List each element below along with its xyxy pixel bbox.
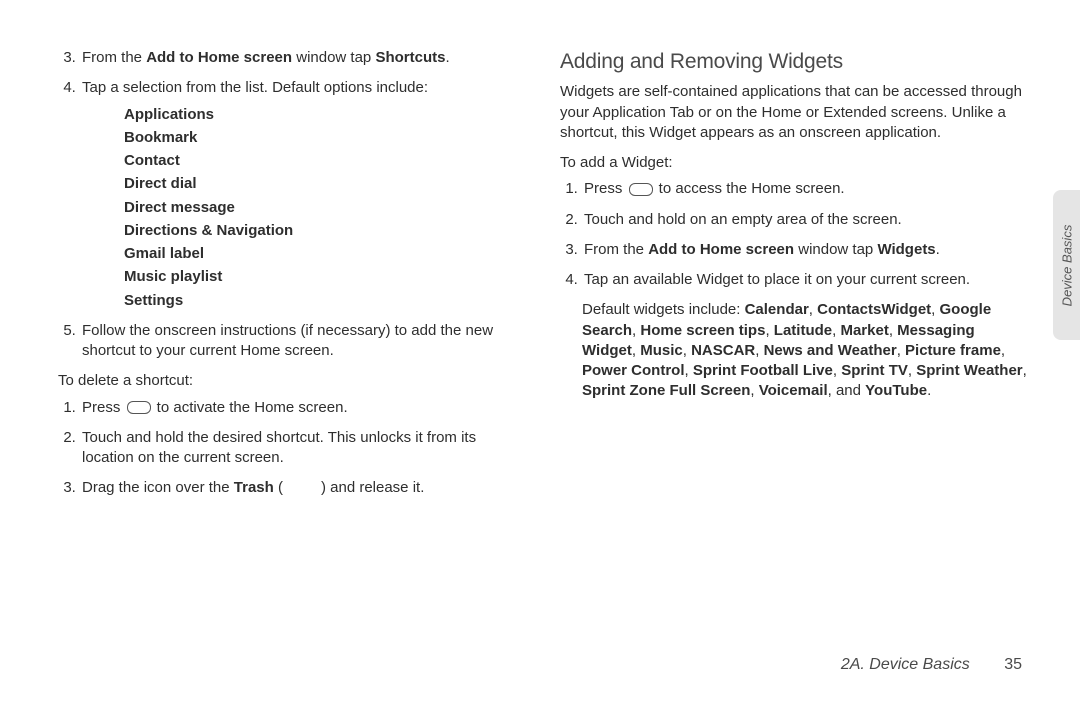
add-widget-heading: To add a Widget: [560, 153, 1032, 173]
step3-text-d: Shortcuts [375, 49, 445, 66]
a3-text-e: . [936, 241, 940, 258]
widget-home-tips: Home screen tips [640, 322, 765, 339]
a1-text-a: Press [584, 180, 627, 197]
option-applications: Applications [124, 105, 530, 125]
a2-text: Touch and hold on an empty area of the s… [584, 211, 902, 228]
delete-step-1: Press to activate the Home screen. [80, 398, 530, 418]
a3-text-a: From the [584, 241, 648, 258]
widget-step-3: From the Add to Home screen window tap W… [582, 240, 1032, 260]
d3-trash: Trash [234, 479, 274, 496]
widget-latitude: Latitude [774, 322, 832, 339]
option-directions-navigation: Directions & Navigation [124, 221, 530, 241]
widget-step-1: Press to access the Home screen. [582, 179, 1032, 199]
right-column: Adding and Removing Widgets Widgets are … [560, 48, 1032, 509]
footer-section: 2A. Device Basics [841, 656, 970, 673]
widgets-section-title: Adding and Removing Widgets [560, 48, 1032, 76]
widget-voicemail: Voicemail [759, 382, 828, 399]
d1-text-b: to activate the Home screen. [153, 399, 348, 416]
widget-step-2: Touch and hold on an empty area of the s… [582, 210, 1032, 230]
delete-shortcut-heading: To delete a shortcut: [58, 371, 530, 391]
step-3: From the Add to Home screen window tap S… [80, 48, 530, 68]
step5-text: Follow the onscreen instructions (if nec… [82, 322, 493, 359]
default-options-list: Applications Bookmark Contact Direct dia… [82, 105, 530, 311]
step3-text-b: Add to Home screen [146, 49, 292, 66]
step3-text-c: window tap [292, 49, 375, 66]
a1-text-b: to access the Home screen. [655, 180, 845, 197]
step-4: Tap a selection from the list. Default o… [80, 78, 530, 311]
widget-youtube: YouTube [865, 382, 927, 399]
option-direct-message: Direct message [124, 198, 530, 218]
shortcut-delete-steps: Press to activate the Home screen. Touch… [58, 398, 530, 499]
option-bookmark: Bookmark [124, 128, 530, 148]
option-gmail-label: Gmail label [124, 244, 530, 264]
home-button-icon [127, 401, 151, 414]
widget-sprint-weather: Sprint Weather [916, 362, 1022, 379]
w-period: . [927, 382, 931, 399]
option-contact: Contact [124, 151, 530, 171]
step4-text: Tap a selection from the list. Default o… [82, 79, 428, 96]
defaults-intro: Default widgets include: [582, 301, 745, 318]
a3-text-b: Add to Home screen [648, 241, 794, 258]
widget-sprint-football: Sprint Football Live [693, 362, 833, 379]
step-5: Follow the onscreen instructions (if nec… [80, 321, 530, 362]
a4-text: Tap an available Widget to place it on y… [584, 271, 970, 288]
widget-power-control: Power Control [582, 362, 685, 379]
widgets-intro: Widgets are self-contained applications … [560, 82, 1032, 143]
page-number: 35 [1004, 656, 1022, 674]
a3-text-c: window tap [794, 241, 877, 258]
delete-step-2: Touch and hold the desired shortcut. Thi… [80, 428, 530, 469]
a3-text-d: Widgets [877, 241, 935, 258]
widget-sprint-tv: Sprint TV [841, 362, 908, 379]
step3-text-e: . [445, 49, 449, 66]
home-button-icon [629, 183, 653, 196]
widget-sprint-zone: Sprint Zone Full Screen [582, 382, 750, 399]
section-tab: Device Basics [1053, 190, 1080, 340]
left-column: From the Add to Home screen window tap S… [58, 48, 530, 509]
option-direct-dial: Direct dial [124, 174, 530, 194]
step3-text-a: From the [82, 49, 146, 66]
widget-add-steps: Press to access the Home screen. Touch a… [560, 179, 1032, 290]
page-footer: 2A. Device Basics 35 [841, 656, 1022, 674]
widget-picture-frame: Picture frame [905, 342, 1001, 359]
widget-contacts: ContactsWidget [817, 301, 931, 318]
delete-step-3: Drag the icon over the Trash ( ) and rele… [80, 478, 530, 498]
d2-text: Touch and hold the desired shortcut. Thi… [82, 429, 476, 466]
shortcut-add-steps: From the Add to Home screen window tap S… [58, 48, 530, 361]
d1-text-a: Press [82, 399, 125, 416]
w-and: , and [828, 382, 866, 399]
widget-step-4: Tap an available Widget to place it on y… [582, 270, 1032, 290]
widget-market: Market [840, 322, 888, 339]
d3-text-d: ) and release it. [321, 479, 424, 496]
widget-calendar: Calendar [745, 301, 809, 318]
d3-text-c: ( [274, 479, 283, 496]
widget-music: Music [640, 342, 683, 359]
widget-news-weather: News and Weather [764, 342, 897, 359]
section-tab-label: Device Basics [1059, 224, 1074, 306]
option-settings: Settings [124, 291, 530, 311]
widget-nascar: NASCAR [691, 342, 755, 359]
default-widgets-block: Default widgets include: Calendar, Conta… [560, 300, 1032, 401]
option-music-playlist: Music playlist [124, 267, 530, 287]
d3-text-a: Drag the icon over the [82, 479, 234, 496]
